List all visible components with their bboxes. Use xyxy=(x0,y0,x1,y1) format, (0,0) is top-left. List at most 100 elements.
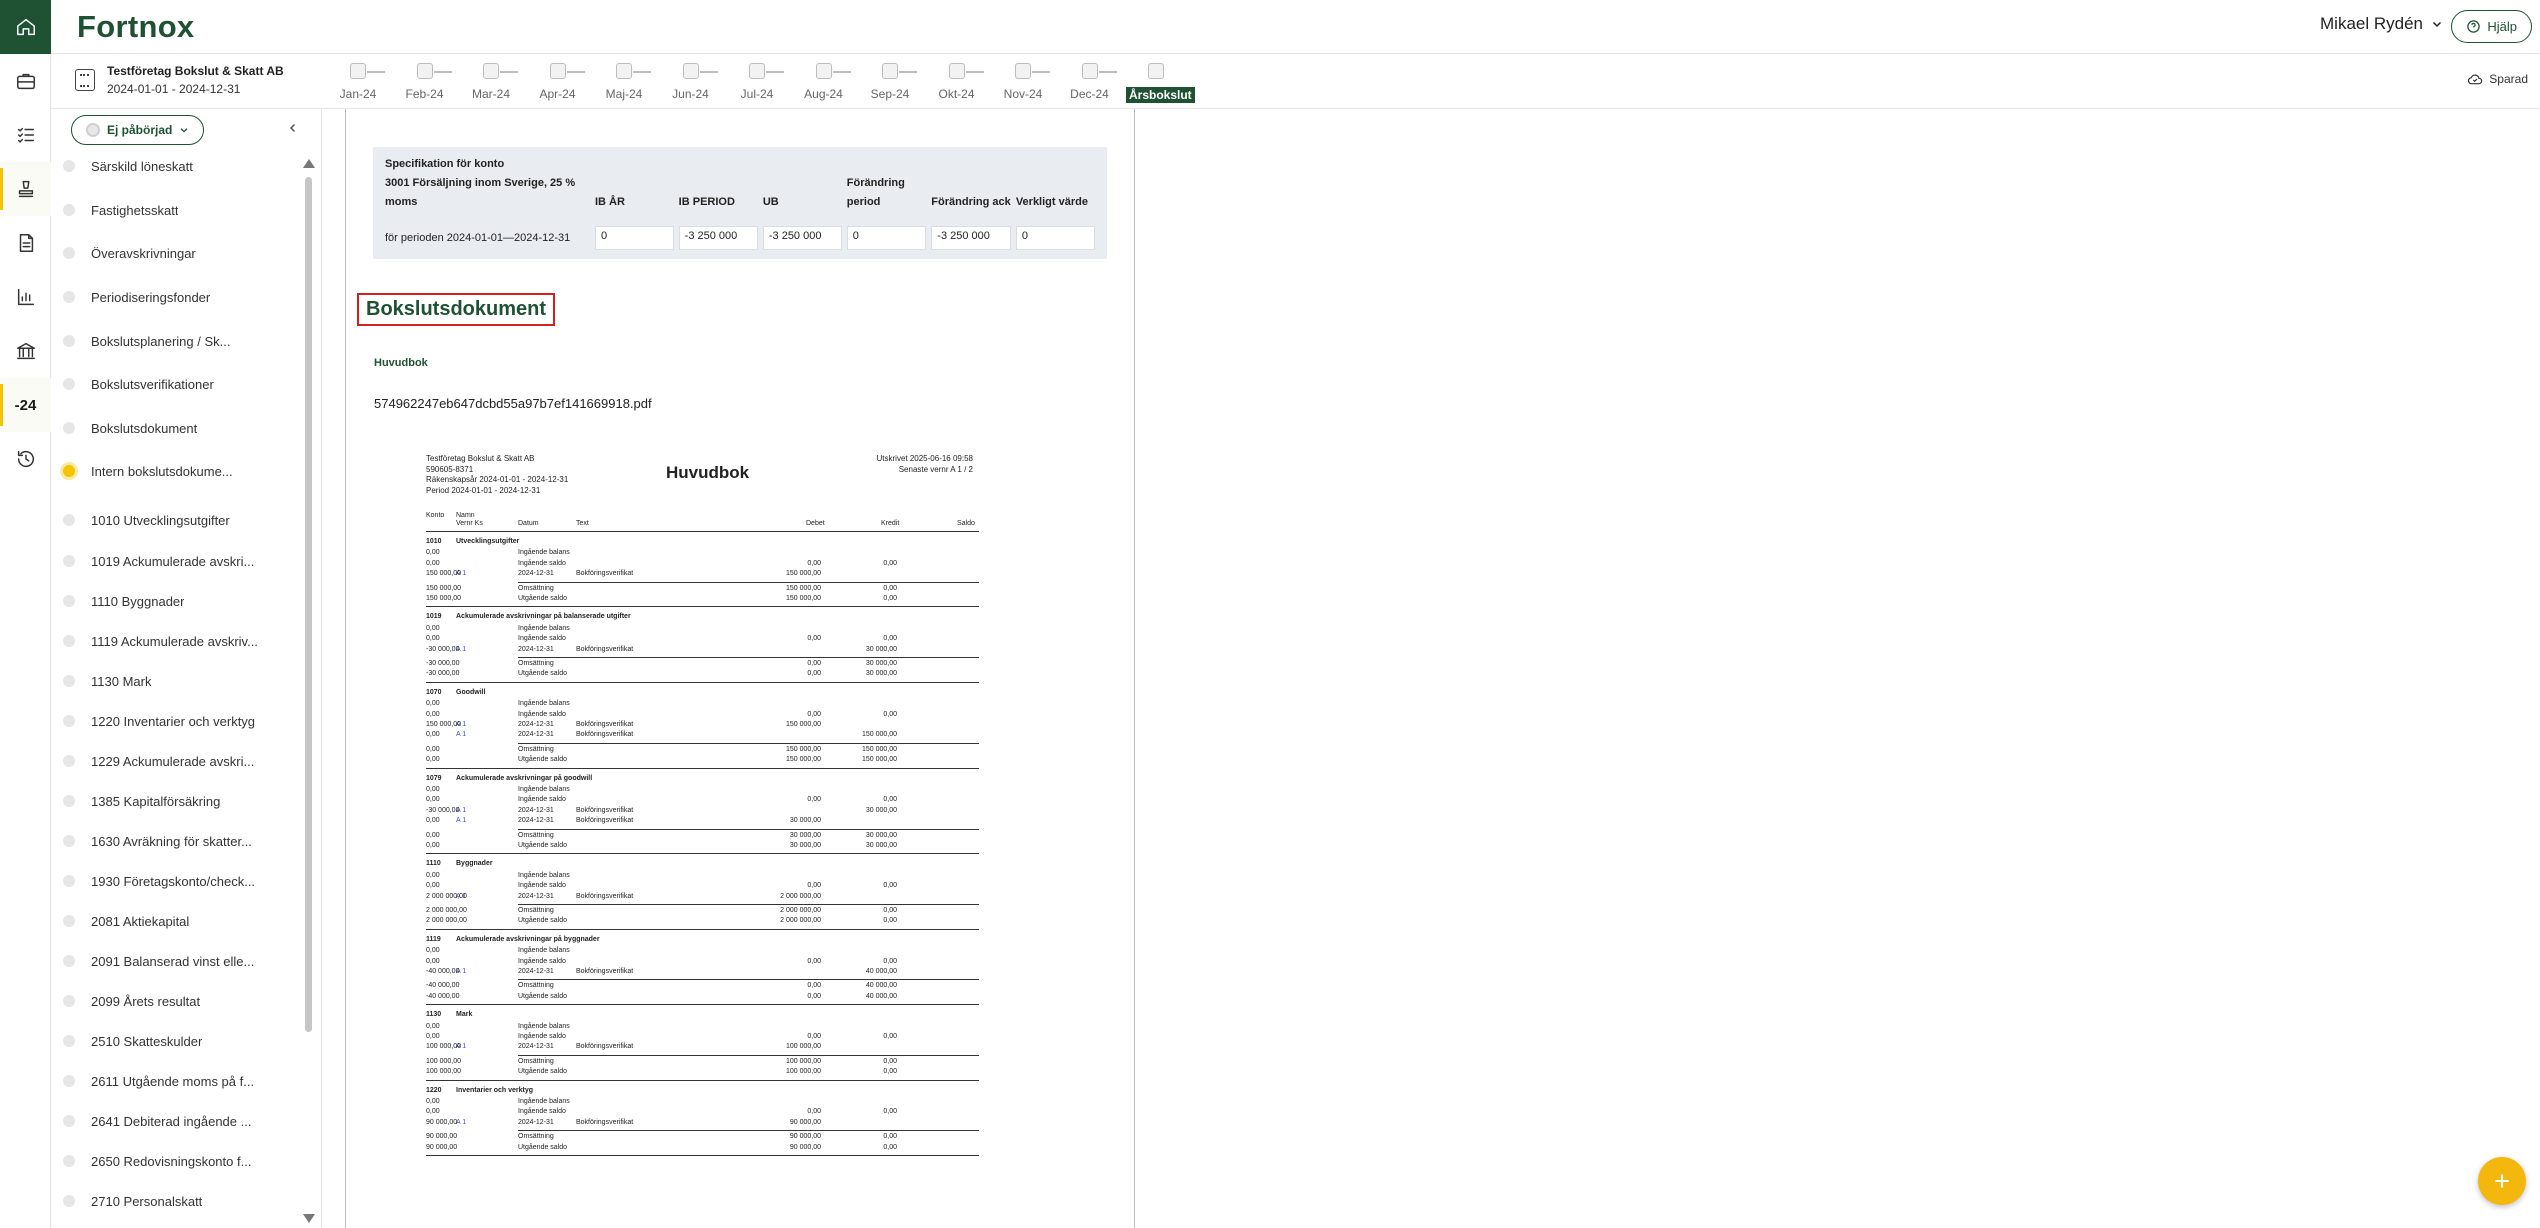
chevron-left-icon xyxy=(289,123,296,133)
save-status-label: Sparad xyxy=(2489,72,2528,86)
month-status-icon xyxy=(682,63,699,79)
sidebar-item[interactable]: Överavskrivningar xyxy=(63,240,301,266)
sidebar-item-label: Överavskrivningar xyxy=(91,245,196,261)
spec-change-period-field[interactable]: 0 xyxy=(846,226,927,250)
stamp-button[interactable] xyxy=(0,162,51,216)
status-indicator-icon xyxy=(86,123,100,137)
month-9[interactable]: Okt-24 xyxy=(927,63,987,101)
sidebar-item[interactable]: 1220 Inventarier och verktyg xyxy=(63,708,301,734)
sidebar-item[interactable]: 2650 Redovisningskonto f... xyxy=(63,1148,301,1174)
bank-button[interactable] xyxy=(0,324,51,378)
scroll-up-icon[interactable] xyxy=(303,159,315,168)
sidebar-item[interactable]: 1930 Företagskonto/check... xyxy=(63,868,301,894)
sidebar-item[interactable]: 1010 Utvecklingsutgifter xyxy=(63,507,301,533)
spec-title: Specifikation för konto 3001 Försäljning… xyxy=(385,158,576,208)
sidebar-item[interactable]: Särskild löneskatt xyxy=(63,153,301,179)
add-fab-button[interactable] xyxy=(2478,1157,2526,1205)
sidebar-item[interactable]: Fastighetsskatt xyxy=(63,197,301,223)
pdf-rule xyxy=(426,1155,979,1156)
pdf-ledger-row: Ingående balans 0,00 xyxy=(426,700,570,708)
pdf-summary-row: Utgående saldo 2 000 000,00 0,00 2 000 000,… xyxy=(426,917,897,925)
month-7[interactable]: Aug-24 xyxy=(794,63,854,101)
year-button[interactable]: -24 xyxy=(0,378,51,432)
month-11[interactable]: Dec-24 xyxy=(1060,63,1120,101)
sidebar-item[interactable]: 1130 Mark xyxy=(63,668,301,694)
sidebar-item[interactable]: Periodiseringsfonder xyxy=(63,284,301,310)
pdf-account-row: 1119 Ackumulerade avskrivningar på byggna… xyxy=(426,935,600,943)
sidebar-item-label: Intern bokslutsdokume... xyxy=(91,463,233,479)
sidebar-item-label: 2710 Personalskatt xyxy=(91,1193,203,1209)
document-panel: Specifikation för konto 3001 Försäljning… xyxy=(345,109,1135,1228)
briefcase-button[interactable] xyxy=(0,54,51,108)
month-status-icon xyxy=(549,63,566,79)
collapse-sidebar-button[interactable] xyxy=(287,121,299,139)
month-5[interactable]: Jun-24 xyxy=(661,63,721,101)
pdf-ledger-row: A 1 2024-12-31 Bokföringsverifikat 150 000,… xyxy=(426,721,821,728)
sidebar-item[interactable]: 2641 Debiterad ingående ... xyxy=(63,1108,301,1134)
help-button[interactable]: Hjälp xyxy=(2451,10,2532,43)
sidebar-item[interactable]: 1019 Ackumulerade avskri... xyxy=(63,548,301,574)
sidebar-scrollbar[interactable] xyxy=(303,159,315,1223)
briefcase-icon xyxy=(16,73,35,90)
sidebar-item[interactable]: 1630 Avräkning för skatter... xyxy=(63,828,301,854)
month-connector xyxy=(633,71,651,73)
month-4[interactable]: Maj-24 xyxy=(594,63,654,101)
pdf-summary-row: Utgående saldo 90 000,00 0,00 90 000,00 xyxy=(426,1143,897,1151)
spec-ib-period-field[interactable]: -3 250 000 xyxy=(678,226,758,250)
scroll-down-icon[interactable] xyxy=(303,1214,315,1223)
pdf-ledger-row: Ingående saldo 0,00 0,00 0,00 xyxy=(426,882,897,890)
month-3[interactable]: Apr-24 xyxy=(528,63,588,101)
month-6[interactable]: Jul-24 xyxy=(727,63,787,101)
pdf-ledger-row: Ingående saldo 0,00 0,00 0,00 xyxy=(426,635,897,643)
month-8[interactable]: Sep-24 xyxy=(860,63,920,101)
sidebar-item[interactable]: 1229 Ackumulerade avskri... xyxy=(63,748,301,774)
chart-button[interactable] xyxy=(0,270,51,324)
month-12[interactable]: Årsbokslut xyxy=(1126,63,1195,104)
pdf-preview[interactable]: Testföretag Bokslut & Skatt AB 590605-83… xyxy=(426,454,993,1228)
checklist-button[interactable] xyxy=(0,108,51,162)
user-menu[interactable]: Mikael Rydén xyxy=(2320,14,2443,34)
sidebar-item[interactable]: 2091 Balanserad vinst elle... xyxy=(63,948,301,974)
sidebar-item[interactable]: Bokslutsdokument xyxy=(63,415,301,441)
month-connector xyxy=(766,71,784,73)
sidebar-item[interactable]: Bokslutsplanering / Sk... xyxy=(63,328,301,354)
sidebar-item[interactable]: 2710 Personalskatt xyxy=(63,1188,301,1214)
status-dropdown[interactable]: Ej påbörjad xyxy=(71,115,205,145)
month-2[interactable]: Mar-24 xyxy=(461,63,521,101)
sidebar-item[interactable]: Intern bokslutsdokume... xyxy=(63,458,301,484)
pdf-account-row: 1110 Byggnader xyxy=(426,860,493,868)
spec-fair-value-field[interactable]: 0 xyxy=(1015,226,1095,250)
pdf-rule xyxy=(426,681,979,683)
spec-ib-ar-field[interactable]: 0 xyxy=(595,226,674,250)
status-dot-icon xyxy=(63,955,75,967)
sidebar-item[interactable]: 2081 Aktiekapital xyxy=(63,908,301,934)
sidebar-item[interactable]: 1385 Kapitalförsäkring xyxy=(63,788,301,814)
spec-ub-field[interactable]: -3 250 000 xyxy=(762,226,842,250)
status-dot-icon xyxy=(63,675,75,687)
month-status-icon xyxy=(416,63,433,79)
history-button[interactable] xyxy=(0,432,51,486)
pdf-summary-row: Omsättning 150 000,00 0,00 150 000,00 xyxy=(426,584,897,592)
sidebar-item[interactable]: Bokslutsverifikationer xyxy=(63,371,301,397)
status-dot-icon xyxy=(63,1155,75,1167)
spec-change-ack-field[interactable]: -3 250 000 xyxy=(931,226,1011,250)
fortnox-logo[interactable]: Fortnox xyxy=(77,9,194,45)
pdf-rule xyxy=(426,928,979,930)
sidebar-item[interactable]: 1119 Ackumulerade avskriv... xyxy=(63,628,301,654)
month-1[interactable]: Feb-24 xyxy=(395,63,455,101)
sidebar-item[interactable]: 2510 Skatteskulder xyxy=(63,1028,301,1054)
sidebar-item[interactable]: 1110 Byggnader xyxy=(63,588,301,614)
pdf-ledger-row: Ingående saldo 0,00 0,00 0,00 xyxy=(426,1108,897,1116)
sidebar-item-label: Särskild löneskatt xyxy=(91,158,193,174)
sidebar-item[interactable]: 2099 Årets resultat xyxy=(63,988,301,1014)
status-dot-icon xyxy=(63,835,75,847)
home-button[interactable] xyxy=(0,0,51,54)
document-button[interactable] xyxy=(0,216,51,270)
company-selector[interactable]: Testföretag Bokslut & Skatt AB 2024-01-0… xyxy=(75,64,284,96)
month-label: Årsbokslut xyxy=(1126,87,1195,103)
sidebar-item[interactable]: 2611 Utgående moms på f... xyxy=(63,1068,301,1094)
month-0[interactable]: Jan-24 xyxy=(328,63,388,101)
month-10[interactable]: Nov-24 xyxy=(993,63,1053,101)
scroll-thumb[interactable] xyxy=(305,177,312,1032)
attachment-filename[interactable]: 574962247eb647dcbd55a97b7ef141669918.pdf xyxy=(374,396,652,411)
